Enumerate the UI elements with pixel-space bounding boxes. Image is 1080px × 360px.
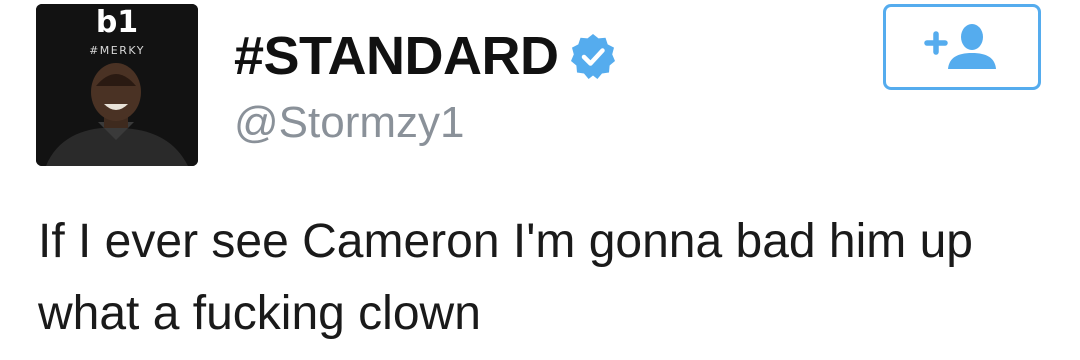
name-row: #STANDARD: [234, 24, 617, 88]
verified-badge-icon: [570, 34, 615, 79]
follow-button[interactable]: [883, 4, 1041, 90]
tweet-text: If I ever see Cameron I'm gonna bad him …: [38, 215, 973, 340]
user-handle[interactable]: @Stormzy1: [234, 98, 464, 148]
avatar[interactable]: b1 #MERKY: [36, 4, 198, 166]
add-user-icon: [924, 24, 996, 69]
display-name[interactable]: #STANDARD: [234, 25, 559, 87]
avatar-logo: b1: [95, 5, 139, 40]
avatar-tag: #MERKY: [89, 44, 145, 57]
